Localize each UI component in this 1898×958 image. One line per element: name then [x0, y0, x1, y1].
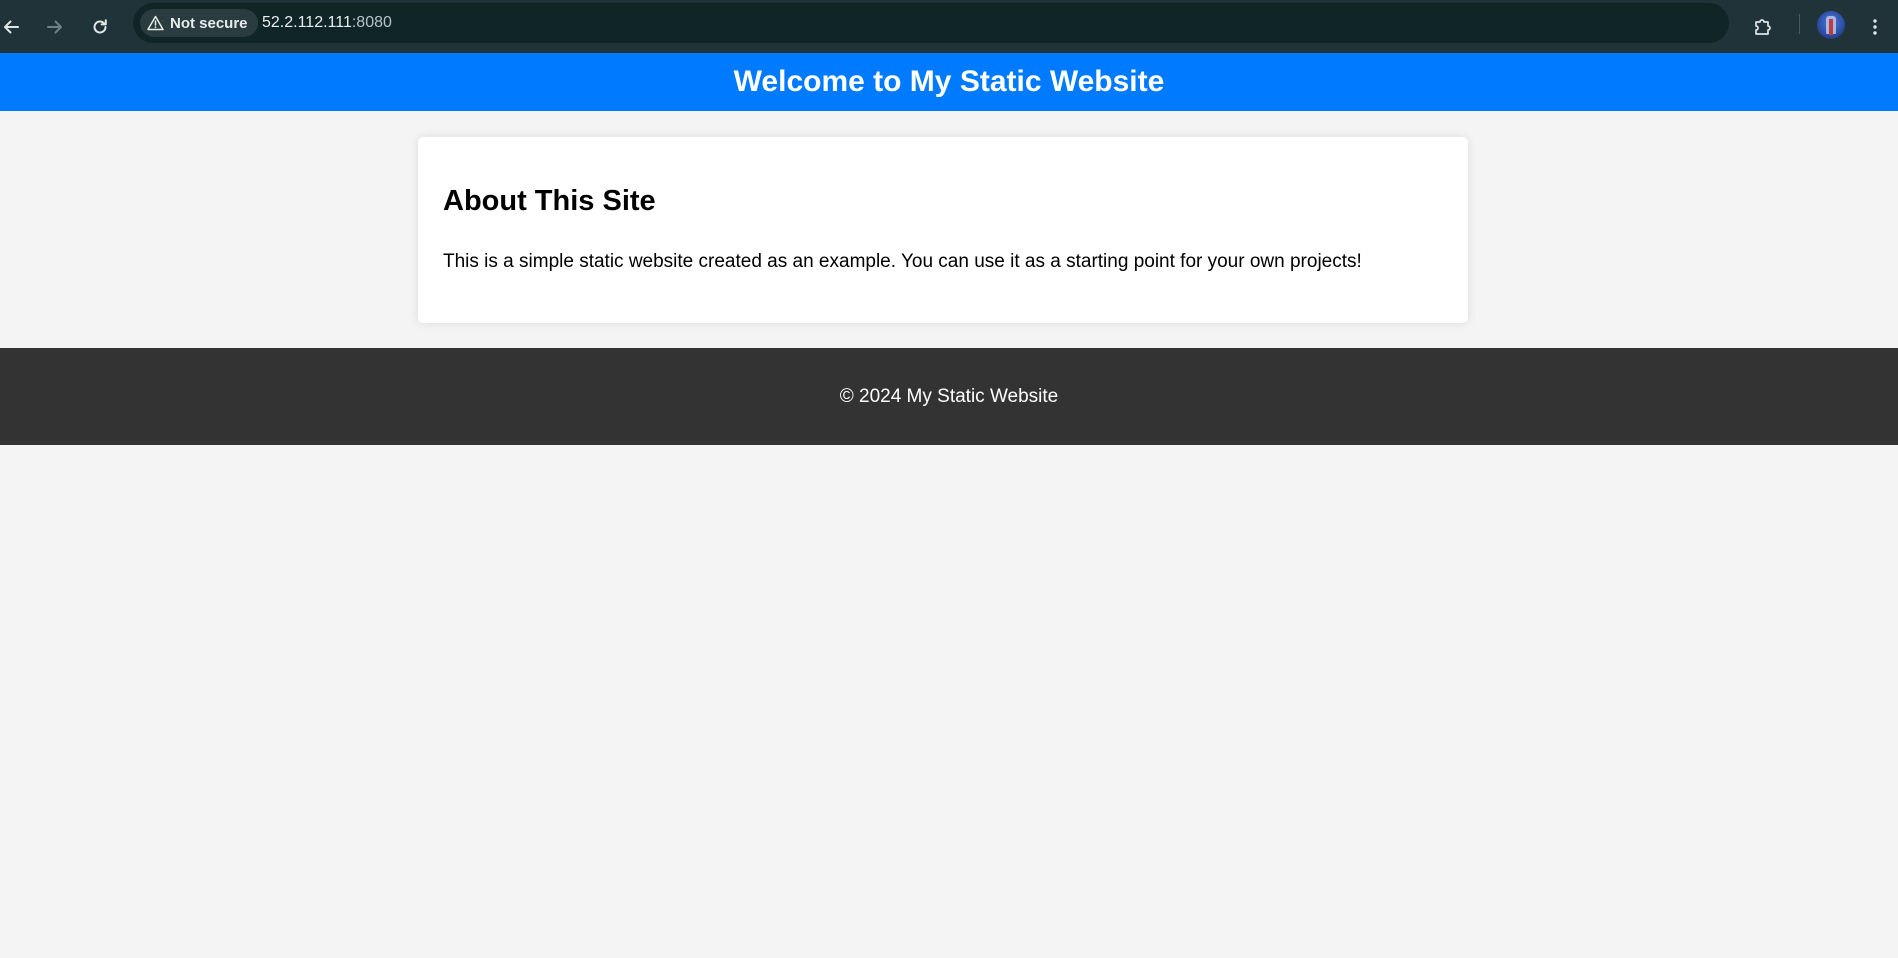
- reload-icon: [93, 19, 107, 34]
- footer-text: © 2024 My Static Website: [839, 385, 1059, 407]
- back-button[interactable]: [0, 8, 30, 46]
- security-indicator[interactable]: Not secure: [140, 9, 258, 37]
- warning-triangle-icon: [147, 15, 164, 31]
- profile-avatar[interactable]: [1817, 11, 1845, 39]
- extensions-button[interactable]: [1744, 8, 1782, 46]
- browser-toolbar: Not secure 52.2.112.111:8080: [0, 0, 1898, 53]
- reload-button[interactable]: [81, 8, 119, 46]
- section-paragraph: This is a simple static website created …: [443, 251, 1362, 272]
- site-footer: © 2024 My Static Website: [0, 348, 1898, 445]
- browser-menu-button[interactable]: [1856, 8, 1894, 46]
- forward-arrow-icon: [47, 20, 62, 34]
- about-card: About This Site This is a simple static …: [418, 137, 1468, 323]
- toolbar-divider: [1799, 14, 1800, 34]
- security-label: Not secure: [170, 14, 248, 32]
- site-title: Welcome to My Static Website: [733, 65, 1165, 98]
- forward-button[interactable]: [36, 8, 74, 46]
- site-header: Welcome to My Static Website: [0, 53, 1898, 111]
- avatar-figure-accent: [1829, 19, 1833, 35]
- back-arrow-icon: [4, 20, 19, 34]
- url-text[interactable]: 52.2.112.111:8080: [262, 3, 392, 43]
- url-port: :8080: [351, 14, 392, 31]
- section-heading: About This Site: [443, 185, 656, 217]
- puzzle-icon: [1755, 19, 1771, 35]
- url-host: 52.2.112.111: [262, 14, 352, 31]
- kebab-menu-icon: [1873, 19, 1877, 35]
- address-bar[interactable]: Not secure 52.2.112.111:8080: [133, 3, 1841, 43]
